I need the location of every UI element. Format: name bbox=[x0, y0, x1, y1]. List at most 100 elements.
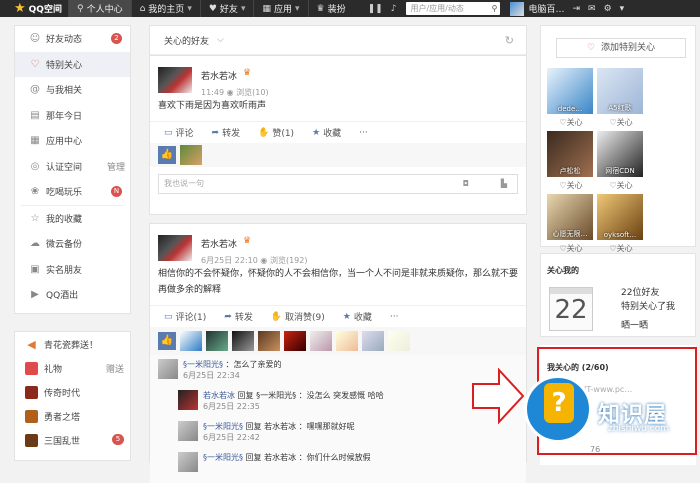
sidebar-item-app-center[interactable]: ▦ 应用中心 bbox=[15, 128, 130, 154]
nav-my-homepage[interactable]: ⌂ 我的主页 ▾ bbox=[130, 0, 200, 17]
manage-link[interactable]: 管理 bbox=[107, 160, 125, 173]
comment-author[interactable]: §一米阳光§ bbox=[203, 422, 243, 431]
action-label: ··· bbox=[359, 127, 368, 138]
feed-header-panel: 关心的好友 ⌵ ↻ bbox=[149, 25, 527, 56]
app-item-gift[interactable]: 礼物 赠送 bbox=[15, 356, 130, 380]
bell-icon[interactable]: ♪ bbox=[391, 4, 397, 14]
care-link[interactable]: 关心 bbox=[567, 244, 583, 253]
friend-card[interactable]: dede… ♡关心 bbox=[547, 68, 595, 128]
friend-card[interactable]: oyksoft… ♡关心 bbox=[597, 194, 645, 254]
avatar[interactable] bbox=[362, 331, 384, 351]
care-link[interactable]: 关心 bbox=[617, 118, 633, 127]
share-button[interactable]: ➦ 转发 bbox=[224, 310, 253, 324]
comment-placeholder: 我也说一句 bbox=[164, 179, 204, 188]
app-label: 勇者之塔 bbox=[44, 412, 81, 423]
sidebar-item-favorites[interactable]: ☆ 我的收藏 bbox=[15, 206, 130, 232]
avatar[interactable] bbox=[232, 331, 254, 351]
camera-icon[interactable]: ◘ bbox=[463, 175, 469, 193]
star-icon: ★ bbox=[342, 311, 351, 322]
comment-time: 6月25日 22:42 bbox=[203, 433, 260, 442]
avatar[interactable] bbox=[336, 331, 358, 351]
avatar[interactable] bbox=[180, 145, 202, 165]
app-item-brave-tower[interactable]: 勇者之塔 bbox=[15, 404, 130, 428]
id-card-icon: ▣ bbox=[30, 263, 40, 275]
more-button[interactable]: ··· bbox=[359, 128, 368, 138]
avatar[interactable] bbox=[258, 331, 280, 351]
unlike-button[interactable]: ✋ 取消赞(9) bbox=[271, 310, 325, 324]
favorite-button[interactable]: ★ 收藏 bbox=[312, 126, 341, 140]
refresh-icon[interactable]: ↻ bbox=[505, 34, 514, 47]
avatar[interactable] bbox=[158, 235, 192, 261]
comment-button[interactable]: ▭ 评论(1) bbox=[164, 310, 206, 324]
feed-filter[interactable]: 关心的好友 ⌵ ↻ bbox=[150, 26, 526, 55]
like-button[interactable]: ✋ 赞(1) bbox=[258, 126, 294, 140]
friend-card[interactable]: 心愿无限… ♡关心 bbox=[547, 194, 595, 254]
app-item-legend-era[interactable]: 传奇时代 bbox=[15, 380, 130, 404]
sidebar-item-friend-feed[interactable]: ☺ 好友动态 2 bbox=[15, 26, 130, 52]
qzone-logo[interactable]: ★ QQ空间 bbox=[0, 1, 68, 16]
avatar[interactable] bbox=[310, 331, 332, 351]
search-icon[interactable]: ⚲ bbox=[492, 2, 498, 15]
share-link[interactable]: 晒一晒 bbox=[621, 318, 648, 331]
avatar[interactable] bbox=[178, 421, 198, 441]
sidebar-item-special-care[interactable]: ♡ 特别关心 bbox=[15, 51, 130, 77]
chevron-down-icon[interactable]: ▾ bbox=[620, 4, 625, 14]
sidebar-item-related[interactable]: @ 与我相关 bbox=[15, 77, 130, 103]
app-item-three-kingdoms[interactable]: 三国乱世 5 bbox=[15, 428, 130, 452]
more-button[interactable]: ··· bbox=[390, 312, 399, 322]
nav-friends[interactable]: ♥ 好友 ▾ bbox=[199, 0, 254, 17]
special-care-grid: dede… ♡关心 A5红歌 ♡关心 卢松松 ♡关心 网宿CDN ♡关心 心愿无… bbox=[547, 68, 695, 257]
logout-icon[interactable]: ⇥ bbox=[572, 4, 580, 14]
care-link[interactable]: 关心 bbox=[567, 181, 583, 190]
sidebar-item-weiyun[interactable]: ☁ 微云备份 bbox=[15, 231, 130, 257]
sidebar-item-qq-show[interactable]: ▶ QQ酒出 bbox=[15, 282, 130, 308]
shirt-icon: ♛ bbox=[316, 3, 325, 14]
send-gift-link[interactable]: 赠送 bbox=[106, 362, 124, 375]
nav-personal-center[interactable]: ⚲ 个人中心 bbox=[67, 0, 131, 17]
site-watermark: ? 知识屋 zhishiwu.com bbox=[522, 369, 694, 455]
sidebar-item-real-friends[interactable]: ▣ 实名朋友 bbox=[15, 257, 130, 283]
friend-card[interactable]: 卢松松 ♡关心 bbox=[547, 131, 595, 191]
sidebar-item-on-this-day[interactable]: ▤ 那年今日 bbox=[15, 103, 130, 129]
avatar[interactable] bbox=[158, 67, 192, 93]
gear-icon[interactable]: ⚙ bbox=[604, 4, 612, 14]
sidebar-item-verified[interactable]: ◎ 认证空间 管理 bbox=[15, 154, 130, 180]
avatar[interactable] bbox=[284, 331, 306, 351]
feed-icon: ☺ bbox=[29, 33, 41, 45]
add-special-care-button[interactable]: ♡ 添加特别关心 bbox=[556, 38, 686, 58]
comment-author[interactable]: §一米阳光§ bbox=[203, 453, 243, 462]
search-input[interactable]: 用户/应用/动态 ⚲ bbox=[406, 2, 501, 15]
feed-post: 若水若冰 ♛ 11:49 ◉ 浏览(10) 喜欢下雨是因为喜欢听雨声 ▭ 评论 ➦… bbox=[149, 55, 527, 215]
friend-card[interactable]: A5红歌 ♡关心 bbox=[597, 68, 645, 128]
avatar[interactable] bbox=[180, 331, 202, 351]
nav-decoration[interactable]: ♛ 装扮 bbox=[307, 0, 354, 17]
share-button[interactable]: ➦ 转发 bbox=[212, 126, 241, 140]
gift-icon[interactable]: ▙ bbox=[501, 175, 507, 193]
avatar[interactable] bbox=[178, 452, 198, 472]
avatar[interactable] bbox=[388, 331, 410, 351]
care-link[interactable]: 关心 bbox=[567, 118, 583, 127]
avatar[interactable] bbox=[158, 359, 178, 379]
mail-icon[interactable]: ✉ bbox=[588, 4, 596, 14]
post-author[interactable]: 若水若冰 bbox=[201, 237, 237, 250]
avatar: dede… bbox=[547, 68, 593, 114]
post-author[interactable]: 若水若冰 bbox=[201, 69, 237, 82]
friend-card[interactable]: 网宿CDN ♡关心 bbox=[597, 131, 645, 191]
care-link[interactable]: 关心 bbox=[617, 244, 633, 253]
likes-row: 👍 bbox=[150, 143, 526, 167]
avatar[interactable] bbox=[206, 331, 228, 351]
user-menu[interactable]: 电脑百… bbox=[510, 1, 564, 16]
care-link[interactable]: 关心 bbox=[617, 181, 633, 190]
app-item-ceramic[interactable]: ◀ 青花瓷葬送！ bbox=[15, 332, 130, 356]
comment-author[interactable]: §一米阳光§ bbox=[183, 360, 223, 369]
music-pause-icon[interactable]: ❚❚ bbox=[368, 4, 383, 14]
arrow-right-icon bbox=[472, 368, 525, 424]
comment-input[interactable]: 我也说一句 ◘ ▙ bbox=[158, 174, 518, 194]
sidebar-item-food-fun[interactable]: ❀ 吃喝玩乐 N bbox=[15, 179, 130, 205]
favorite-button[interactable]: ★ 收藏 bbox=[342, 310, 372, 324]
post-meta: 6月25日 22:10 ◉ 浏览(192) bbox=[201, 255, 307, 266]
avatar[interactable] bbox=[178, 390, 198, 410]
comment-button[interactable]: ▭ 评论 bbox=[164, 126, 194, 140]
nav-apps[interactable]: ▦ 应用 ▾ bbox=[253, 0, 307, 17]
comment-author[interactable]: 若水若冰 bbox=[203, 391, 235, 400]
